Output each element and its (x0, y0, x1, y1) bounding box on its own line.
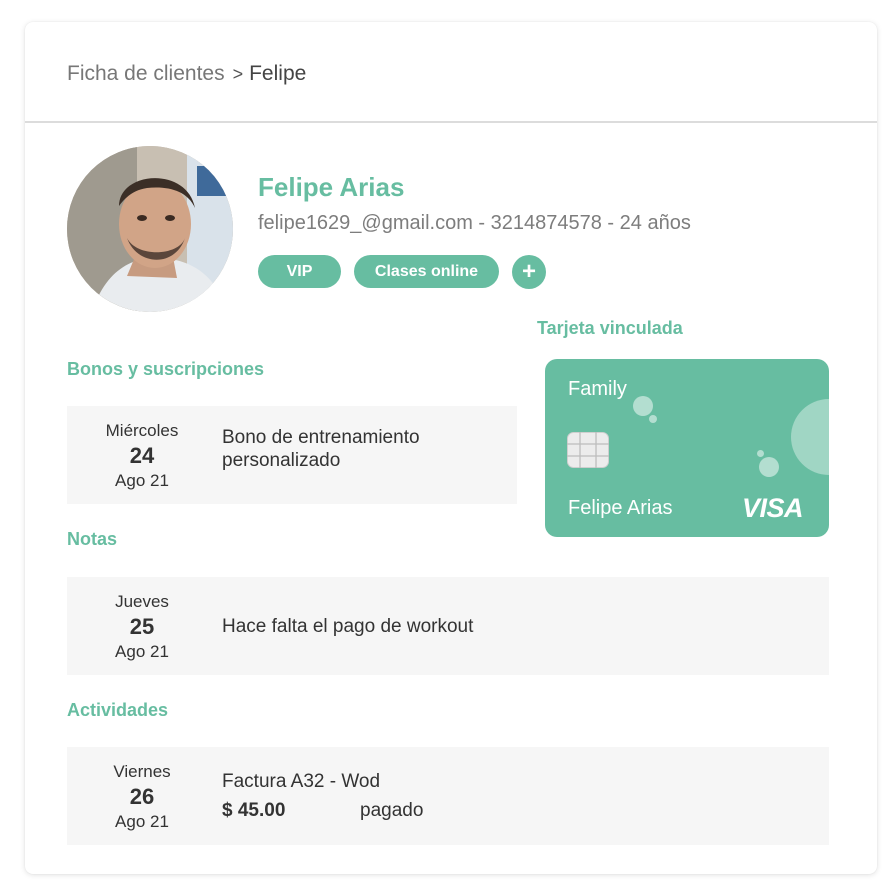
entry-payment-status: pagado (360, 800, 424, 821)
entry-day-number: 26 (129, 784, 155, 809)
notas-section-title: Notas (67, 529, 118, 549)
card-decoration-bubble (649, 415, 657, 423)
client-contact-info: felipe1629_@gmail.com - 3214874578 - 24 … (258, 212, 691, 234)
entry-amount: $ 45.00 (222, 800, 286, 821)
client-name: Felipe Arias (258, 172, 405, 202)
entry-weekday: Miércoles (105, 421, 179, 440)
entry-weekday: Jueves (115, 592, 169, 611)
entry-date: Jueves 25 Ago 21 (67, 591, 217, 663)
entry-description: Factura A32 - Wod (222, 771, 381, 792)
actividades-section-title: Actividades (67, 700, 169, 720)
nota-entry[interactable]: Jueves 25 Ago 21 Hace falta el pago de w… (67, 577, 829, 675)
entry-day-number: 25 (129, 614, 155, 639)
entry-weekday: Viernes (113, 762, 171, 781)
card-holder-name: Felipe Arias (568, 497, 673, 519)
linked-card[interactable]: Family Felipe Arias VISA (545, 359, 829, 537)
card-decoration-bubble (759, 457, 779, 477)
entry-date: Miércoles 24 Ago 21 (67, 420, 217, 492)
linked-card-title: Tarjeta vinculada (537, 318, 683, 338)
breadcrumb-parent-link[interactable]: Ficha de clientes (67, 62, 225, 85)
tag-vip[interactable]: VIP (258, 255, 341, 288)
card-decoration-circle (791, 399, 829, 475)
entry-month: Ago 21 (115, 471, 169, 490)
entry-description: Bono de entrenamiento personalizado (222, 427, 420, 471)
entry-month: Ago 21 (115, 812, 169, 831)
breadcrumb-current: Felipe (249, 62, 307, 85)
client-profile-card: Ficha de clientes > Felipe Felipe Arias fe… (25, 22, 877, 874)
avatar (67, 146, 233, 312)
breadcrumb: Ficha de clientes > Felipe (67, 62, 306, 86)
entry-month: Ago 21 (115, 642, 169, 661)
card-brand-name: Family (568, 378, 627, 400)
bonos-section-title: Bonos y suscripciones (67, 359, 265, 379)
entry-day-number: 24 (129, 443, 155, 468)
avatar-photo (67, 146, 233, 312)
header: Ficha de clientes > Felipe (25, 22, 877, 123)
add-tag-button[interactable]: + (512, 255, 546, 289)
entry-description: Hace falta el pago de workout (222, 616, 474, 637)
actividad-entry[interactable]: Viernes 26 Ago 21 Factura A32 - Wod $ 45… (67, 747, 829, 845)
chevron-right-icon: > (232, 64, 244, 84)
card-decoration-bubble (757, 450, 764, 457)
visa-logo: VISA (742, 493, 804, 523)
card-decoration-bubble (633, 396, 653, 416)
plus-icon: + (521, 258, 536, 285)
bono-entry[interactable]: Miércoles 24 Ago 21 Bono de entrenamient… (67, 406, 517, 504)
entry-date: Viernes 26 Ago 21 (67, 761, 217, 833)
card-chip-icon (567, 432, 609, 468)
tag-clases-online[interactable]: Clases online (354, 255, 499, 288)
